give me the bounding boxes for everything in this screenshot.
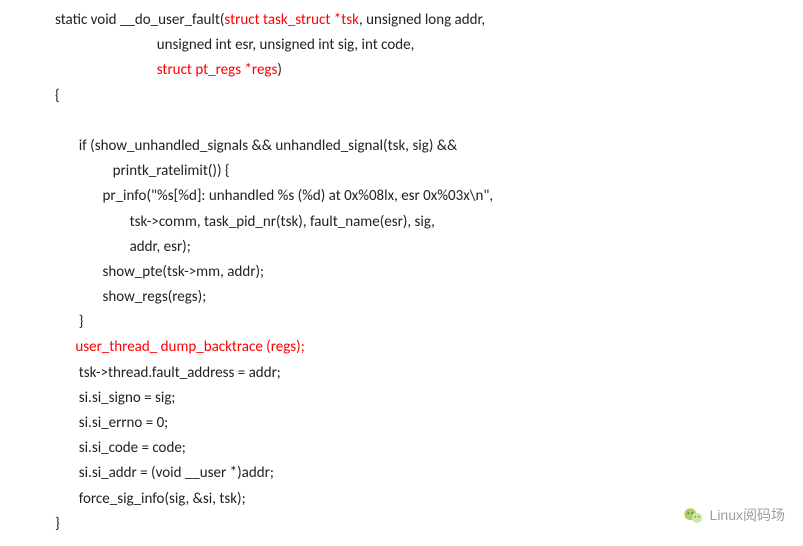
code-line-1a: static void __do_user_fault( xyxy=(55,11,224,29)
code-line-14a xyxy=(55,338,75,356)
code-line-17: si.si_errno = 0; xyxy=(55,414,168,432)
code-line-13: } xyxy=(55,313,83,331)
code-line-10: addr, esr); xyxy=(55,238,191,256)
code-line-18: si.si_code = code; xyxy=(55,439,186,457)
code-line-3a xyxy=(55,61,157,79)
code-line-3b: struct pt_regs *regs xyxy=(157,61,278,79)
watermark-text: Linux阅码场 xyxy=(710,504,785,528)
code-block: static void __do_user_fault(struct task_… xyxy=(55,8,783,537)
code-line-7: printk_ratelimit()) { xyxy=(55,162,230,180)
code-line-21: } xyxy=(55,515,60,533)
code-line-3c: ) xyxy=(277,61,282,79)
code-line-6: if (show_unhandled_signals && unhandled_… xyxy=(55,137,457,155)
code-line-1c: , unsigned long addr, xyxy=(359,11,485,29)
code-line-2: unsigned int esr, unsigned int sig, int … xyxy=(55,36,414,54)
wechat-icon xyxy=(682,505,704,527)
code-line-16: si.si_signo = sig; xyxy=(55,389,175,407)
code-line-8: pr_info("%s[%d]: unhandled %s (%d) at 0x… xyxy=(55,187,493,205)
code-line-4: { xyxy=(55,87,60,105)
code-line-20: force_sig_info(sig, &si, tsk); xyxy=(55,490,246,508)
code-line-14b: user_thread_ dump_backtrace (regs); xyxy=(75,338,304,356)
code-line-15: tsk->thread.fault_address = addr; xyxy=(55,364,281,382)
code-line-12: show_regs(regs); xyxy=(55,288,206,306)
code-line-19: si.si_addr = (void __user *)addr; xyxy=(55,464,274,482)
watermark: Linux阅码场 xyxy=(682,504,785,528)
code-line-11: show_pte(tsk->mm, addr); xyxy=(55,263,264,281)
code-line-1b: struct task_struct *tsk xyxy=(224,11,359,29)
code-line-9: tsk->comm, task_pid_nr(tsk), fault_name(… xyxy=(55,213,435,231)
